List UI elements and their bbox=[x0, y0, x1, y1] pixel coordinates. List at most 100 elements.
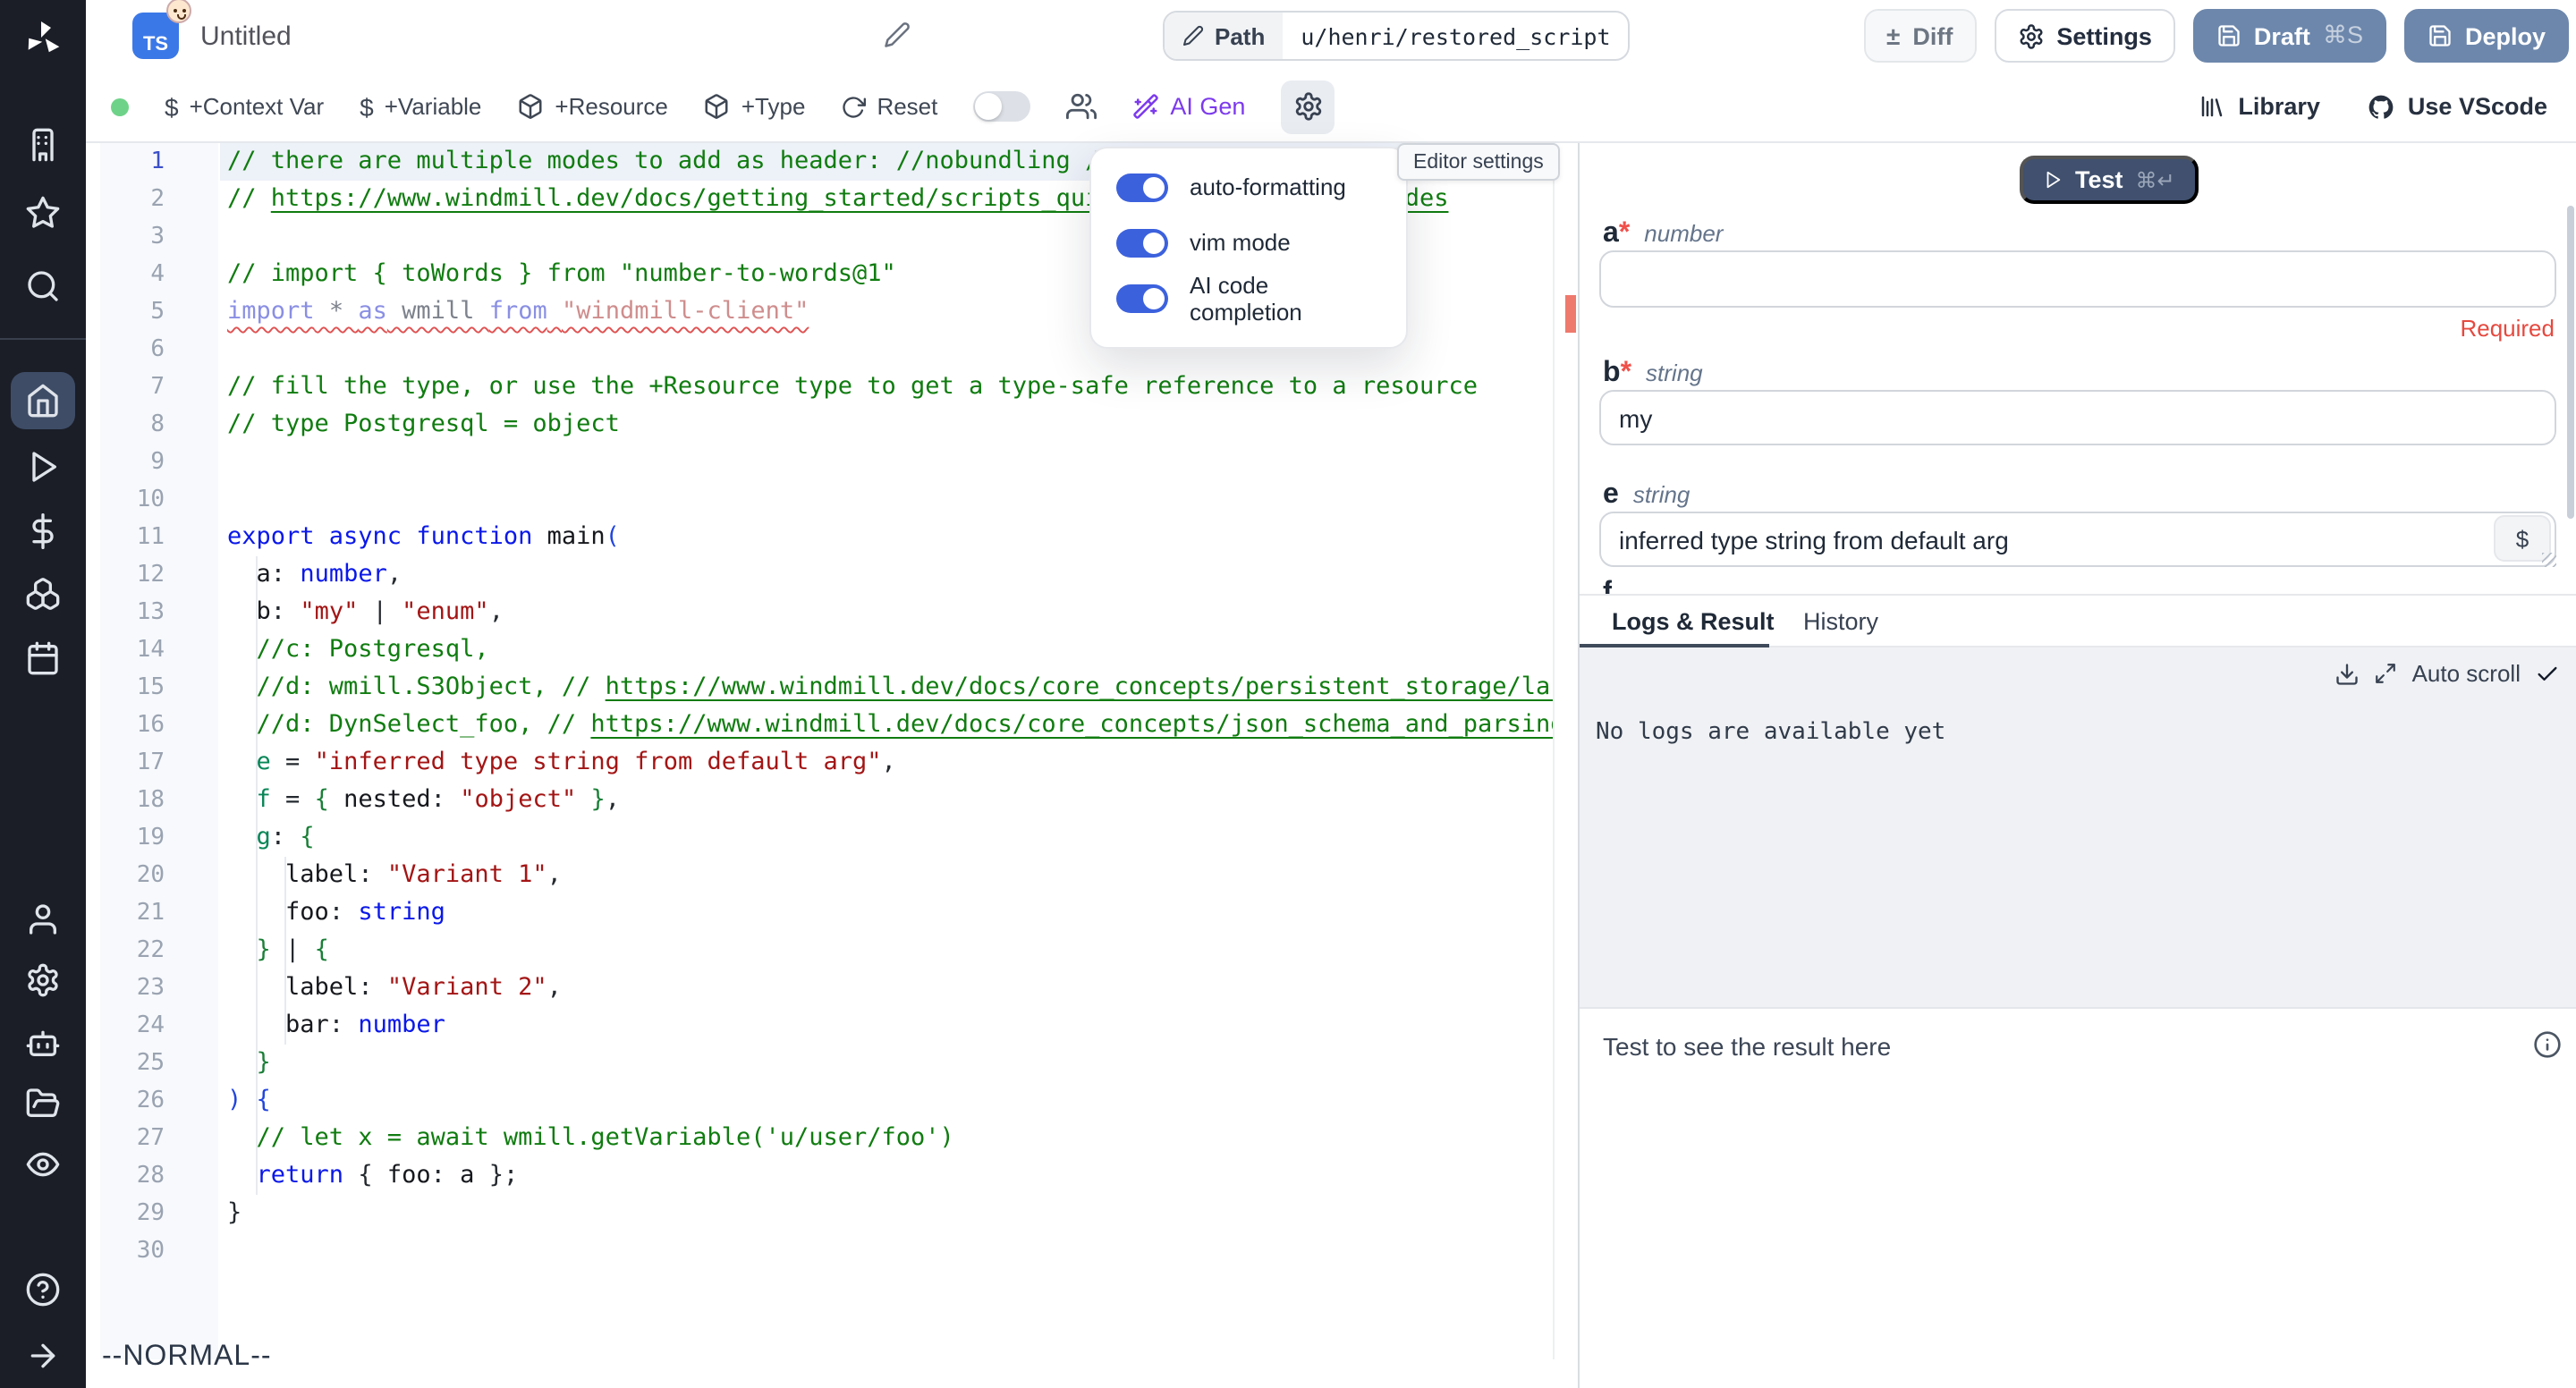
code-line[interactable]: label: "Variant 1", bbox=[227, 857, 1553, 894]
line-number: 28 bbox=[86, 1157, 165, 1195]
help-icon[interactable] bbox=[25, 1272, 61, 1308]
favorites-star-icon[interactable] bbox=[25, 195, 61, 231]
resources-boxes-icon[interactable] bbox=[25, 576, 61, 612]
code-line[interactable]: // fill the type, or use the +Resource t… bbox=[227, 368, 1553, 406]
expand-logs-icon[interactable] bbox=[2375, 662, 2398, 685]
field-input-b[interactable] bbox=[1599, 390, 2556, 445]
deploy-button[interactable]: Deploy bbox=[2404, 9, 2569, 63]
logs-panel: Auto scroll No logs are available yet bbox=[1580, 647, 2576, 1007]
code-line[interactable]: //d: wmill.S3Object, // https://www.wind… bbox=[227, 669, 1553, 707]
auto-scroll-check-icon[interactable] bbox=[2535, 661, 2560, 686]
folders-icon[interactable] bbox=[25, 1086, 61, 1121]
code-line[interactable]: } | { bbox=[227, 932, 1553, 969]
path-edit-button[interactable]: Path bbox=[1165, 13, 1283, 59]
line-number: 8 bbox=[86, 406, 165, 444]
download-logs-icon[interactable] bbox=[2335, 661, 2360, 686]
code-line[interactable] bbox=[227, 1232, 1553, 1270]
ai-completion-toggle[interactable] bbox=[1116, 284, 1168, 312]
users-icon[interactable] bbox=[1066, 91, 1097, 122]
draft-shortcut: ⌘S bbox=[2323, 21, 2363, 50]
line-number: 20 bbox=[86, 857, 165, 894]
code-line[interactable]: } bbox=[227, 1195, 1553, 1232]
multiplayer-toggle[interactable] bbox=[973, 91, 1030, 122]
draft-button[interactable]: Draft ⌘S bbox=[2193, 9, 2386, 63]
user-icon[interactable] bbox=[25, 901, 61, 937]
settings-gear-icon[interactable] bbox=[25, 962, 61, 998]
result-panel: Test to see the result here bbox=[1580, 1007, 2576, 1388]
titlebar: TS Untitled Path u/henri/restored_script… bbox=[86, 0, 2576, 72]
settings-button[interactable]: Settings bbox=[1994, 9, 2175, 63]
line-number: 25 bbox=[86, 1045, 165, 1082]
field-label-f-clipped: f bbox=[1603, 578, 1613, 594]
code-line[interactable]: export async function main( bbox=[227, 519, 1553, 556]
field-error-a: Required bbox=[2460, 315, 2555, 342]
reset-button[interactable]: Reset bbox=[841, 93, 937, 120]
windmill-logo-icon[interactable] bbox=[21, 18, 64, 61]
line-number: 4 bbox=[86, 256, 165, 293]
save-icon bbox=[2216, 23, 2241, 48]
add-type-button[interactable]: +Type bbox=[704, 93, 806, 120]
resize-grip[interactable] bbox=[2542, 553, 2556, 567]
code-line[interactable]: g: { bbox=[227, 819, 1553, 857]
line-number: 10 bbox=[86, 481, 165, 519]
schedules-calendar-icon[interactable] bbox=[25, 640, 61, 676]
code-line[interactable]: ) { bbox=[227, 1082, 1553, 1120]
code-line[interactable]: e = "inferred type string from default a… bbox=[227, 744, 1553, 782]
status-dot bbox=[111, 97, 129, 115]
edit-title-pencil-icon[interactable] bbox=[884, 21, 911, 48]
code-line[interactable]: return { foo: a }; bbox=[227, 1157, 1553, 1195]
audit-eye-icon[interactable] bbox=[25, 1147, 61, 1182]
code-line[interactable]: bar: number bbox=[227, 1007, 1553, 1045]
gear-icon bbox=[2017, 22, 2044, 49]
code-line[interactable]: //c: Postgresql, bbox=[227, 631, 1553, 669]
field-label-b: b*string bbox=[1603, 358, 1703, 390]
use-vscode-button[interactable]: Use VScode bbox=[2367, 92, 2547, 121]
editor-settings-button[interactable] bbox=[1281, 80, 1335, 133]
add-variable-button[interactable]: $+Variable bbox=[360, 92, 481, 121]
code-line[interactable]: b: "my" | "enum", bbox=[227, 594, 1553, 631]
code-line[interactable]: label: "Variant 2", bbox=[227, 969, 1553, 1007]
field-input-a[interactable] bbox=[1599, 250, 2556, 308]
code-line[interactable] bbox=[227, 481, 1553, 519]
code-line[interactable]: // type Postgresql = object bbox=[227, 406, 1553, 444]
runs-play-icon[interactable] bbox=[25, 449, 61, 485]
editor-toolbar: $+Context Var $+Variable +Resource +Type… bbox=[86, 72, 2576, 143]
workers-bot-icon[interactable] bbox=[25, 1025, 61, 1061]
diff-button[interactable]: ± Diff bbox=[1863, 9, 1976, 63]
code-line[interactable]: // let x = await wmill.getVariable('u/us… bbox=[227, 1120, 1553, 1157]
auto-scroll-label[interactable]: Auto scroll bbox=[2412, 660, 2521, 687]
variables-dollar-icon[interactable] bbox=[25, 513, 61, 549]
toggle-row-auto-formatting[interactable]: auto-formatting bbox=[1116, 159, 1381, 215]
library-button[interactable]: Library bbox=[2199, 93, 2320, 120]
code-line[interactable] bbox=[227, 444, 1553, 481]
auto-formatting-toggle[interactable] bbox=[1116, 173, 1168, 201]
panel-scrollbar[interactable] bbox=[2567, 206, 2574, 519]
toggle-row-vim-mode[interactable]: vim mode bbox=[1116, 215, 1381, 270]
vim-mode-toggle[interactable] bbox=[1116, 228, 1168, 257]
test-button[interactable]: Test ⌘↵ bbox=[2020, 156, 2199, 204]
search-icon[interactable] bbox=[25, 268, 61, 304]
code-line[interactable]: f = { nested: "object" }, bbox=[227, 782, 1553, 819]
dollar-icon: $ bbox=[360, 92, 374, 121]
info-icon[interactable] bbox=[2533, 1030, 2562, 1059]
add-context-var-button[interactable]: $+Context Var bbox=[165, 92, 324, 121]
workspace-building-icon[interactable] bbox=[25, 127, 61, 163]
ai-gen-button[interactable]: AI Gen bbox=[1132, 93, 1245, 120]
sidebar-item-home[interactable] bbox=[11, 372, 75, 429]
path-value[interactable]: u/henri/restored_script bbox=[1283, 13, 1628, 59]
typescript-language-badge: TS bbox=[132, 13, 179, 59]
line-number: 6 bbox=[86, 331, 165, 368]
path-pill[interactable]: Path u/henri/restored_script bbox=[1163, 11, 1631, 61]
tab-history[interactable]: History bbox=[1803, 608, 1878, 635]
add-resource-button[interactable]: +Resource bbox=[517, 93, 667, 120]
test-shortcut: ⌘↵ bbox=[2136, 167, 2175, 192]
field-input-e[interactable] bbox=[1599, 512, 2556, 567]
code-line[interactable]: //d: DynSelect_foo, // https://www.windm… bbox=[227, 707, 1553, 744]
tab-logs-result[interactable]: Logs & Result bbox=[1612, 608, 1775, 635]
line-number: 27 bbox=[86, 1120, 165, 1157]
code-line[interactable]: foo: string bbox=[227, 894, 1553, 932]
code-line[interactable]: a: number, bbox=[227, 556, 1553, 594]
code-line[interactable]: } bbox=[227, 1045, 1553, 1082]
expand-sidebar-arrow-icon[interactable] bbox=[25, 1338, 61, 1374]
toggle-row-ai-completion[interactable]: AI code completion bbox=[1116, 270, 1381, 326]
